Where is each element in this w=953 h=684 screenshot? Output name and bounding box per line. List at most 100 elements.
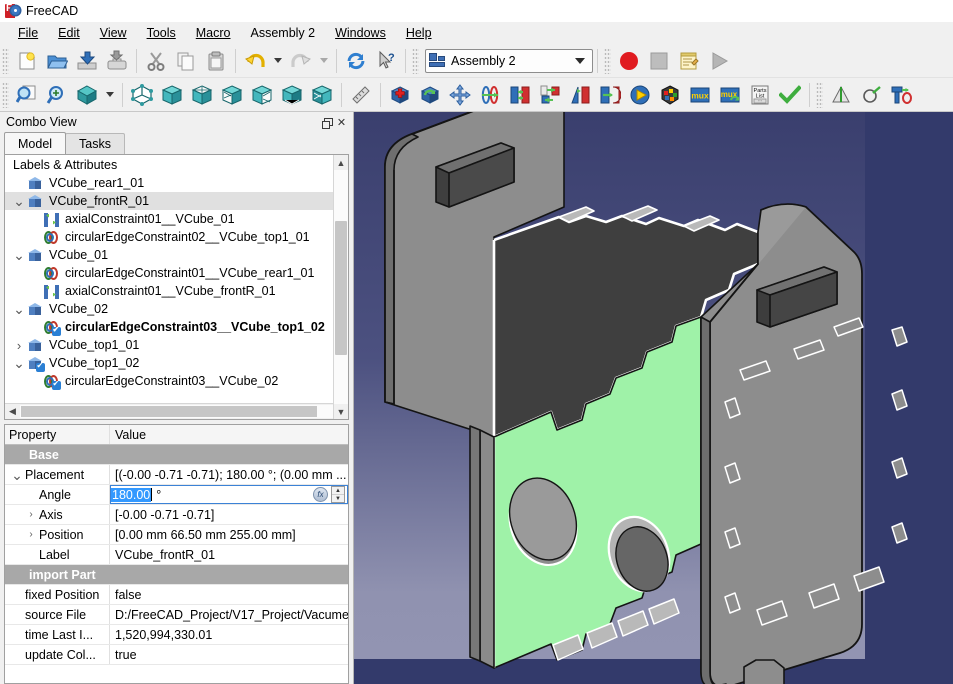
tree-vertical-scrollbar[interactable]: ▲ ▼ — [333, 155, 348, 419]
macro-edit-button[interactable] — [674, 46, 704, 76]
tree-item-circularedgeconstraint03-vcube-02[interactable]: ›circularEdgeConstraint03__VCube_02 — [5, 372, 348, 390]
fit-all-button[interactable] — [12, 80, 42, 110]
property-expander-icon[interactable]: › — [23, 529, 39, 540]
menu-windows[interactable]: Windows — [325, 24, 396, 42]
tree-item-circularedgeconstraint02-vcube-top1-01[interactable]: ›circularEdgeConstraint02__VCube_top1_01 — [5, 228, 348, 246]
left-view-button[interactable] — [307, 80, 337, 110]
property-row-time-last-i[interactable]: ›time Last I... 1,520,994,330.01 — [5, 625, 348, 645]
menu-tools[interactable]: Tools — [137, 24, 186, 42]
property-row-label[interactable]: ›Label VCube_frontR_01 — [5, 545, 348, 565]
menu-help[interactable]: Help — [396, 24, 442, 42]
refresh-button[interactable] — [341, 46, 371, 76]
property-row-source-file[interactable]: ›source File D:/FreeCAD_Project/V17_Proje… — [5, 605, 348, 625]
property-row-position[interactable]: › Position [0.00 mm 66.50 mm 255.00 mm] — [5, 525, 348, 545]
angle-constraint-button[interactable] — [565, 80, 595, 110]
menu-edit[interactable]: Edit — [48, 24, 90, 42]
tree-item-circularedgeconstraint03-vcube-top1-02[interactable]: ›circularEdgeConstraint03__VCube_top1_02 — [5, 318, 348, 336]
tree-expander-down-icon[interactable]: ⌄ — [11, 302, 27, 316]
property-row-update-col[interactable]: ›update Col... true — [5, 645, 348, 665]
scroll-thumb[interactable] — [335, 221, 347, 355]
paste-button[interactable] — [201, 46, 231, 76]
import-part-button[interactable] — [385, 80, 415, 110]
new-document-button[interactable] — [12, 46, 42, 76]
tree-item-axialconstraint01-vcube-frontr-01[interactable]: ›axialConstraint01__VCube_frontR_01 — [5, 282, 348, 300]
property-expander-icon[interactable]: ⌄ — [9, 468, 25, 482]
menu-macro[interactable]: Macro — [186, 24, 241, 42]
plane-constraint-button[interactable] — [505, 80, 535, 110]
measure-button[interactable] — [346, 80, 376, 110]
macro-execute-button[interactable] — [704, 46, 734, 76]
scroll-thumb-h[interactable] — [21, 406, 317, 417]
copy-button[interactable] — [171, 46, 201, 76]
move-part-button[interactable] — [445, 80, 475, 110]
toolbar-grip[interactable] — [604, 47, 611, 74]
macro-record-button[interactable] — [614, 46, 644, 76]
rear-view-button[interactable] — [247, 80, 277, 110]
property-value-cell[interactable]: false — [110, 585, 348, 604]
spinner-arrows-icon[interactable]: ▲ ▼ — [331, 486, 345, 503]
property-row-placement[interactable]: ⌄ Placement [(-0.00 -0.71 -0.71); 180.00 °… — [5, 465, 348, 485]
axial-constraint-button[interactable] — [475, 80, 505, 110]
scroll-track[interactable] — [334, 170, 348, 404]
tree-horizontal-scrollbar[interactable]: ◀ ▶ — [5, 403, 348, 419]
property-expander-icon[interactable]: › — [23, 509, 39, 520]
property-value-cell[interactable]: D:/FreeCAD_Project/V17_Project/Vacume... — [110, 605, 348, 624]
menu-assembly2[interactable]: Assembly 2 — [241, 24, 326, 42]
scroll-left-icon[interactable]: ◀ — [5, 404, 20, 419]
cut-button[interactable] — [141, 46, 171, 76]
scroll-track-h[interactable] — [20, 405, 333, 418]
print-document-button[interactable] — [102, 46, 132, 76]
workbench-selector[interactable]: Assembly 2 — [425, 48, 593, 73]
property-row-fixed-position[interactable]: ›fixed Position false — [5, 585, 348, 605]
muxed-assembly-button[interactable]: mux — [685, 80, 715, 110]
tree-item-vcube-top1-01[interactable]: › VCube_top1_01 — [5, 336, 348, 354]
tree-expander-right-icon[interactable]: › — [11, 338, 27, 353]
tree-item-vcube-02[interactable]: ⌄ VCube_02 — [5, 300, 348, 318]
tree-expander-down-icon[interactable]: ⌄ — [11, 248, 27, 262]
macro-stop-button[interactable] — [644, 46, 674, 76]
tree-expander-down-icon[interactable]: ⌄ — [11, 356, 27, 370]
tree-item-circularedgeconstraint01-vcube-rear1-01[interactable]: ›circularEdgeConstraint01__VCube_rear1_0… — [5, 264, 348, 282]
3d-view[interactable] — [354, 112, 953, 684]
menu-view[interactable]: View — [90, 24, 137, 42]
property-value-cell[interactable]: VCube_frontR_01 — [110, 545, 348, 564]
property-value-cell[interactable]: 1,520,994,330.01 — [110, 625, 348, 644]
tab-tasks[interactable]: Tasks — [65, 133, 125, 154]
open-document-button[interactable] — [42, 46, 72, 76]
undo-button[interactable] — [240, 46, 270, 76]
menu-file[interactable]: File — [8, 24, 48, 42]
check-assembly-button[interactable] — [775, 80, 805, 110]
draw-style-dropdown-button[interactable] — [102, 80, 118, 110]
spherical-constraint-button[interactable] — [595, 80, 625, 110]
mirror-part-button[interactable] — [826, 80, 856, 110]
cad-model[interactable] — [354, 112, 953, 684]
fit-selection-button[interactable] — [42, 80, 72, 110]
front-view-button[interactable] — [157, 80, 187, 110]
draw-style-button[interactable] — [72, 80, 102, 110]
toolbar-grip[interactable] — [816, 81, 823, 108]
tree-item-vcube-top1-02[interactable]: ⌄ VCube_top1_02 — [5, 354, 348, 372]
chevron-down-icon[interactable] — [575, 57, 585, 64]
scroll-up-icon[interactable]: ▲ — [334, 155, 348, 170]
redo-button[interactable] — [286, 46, 316, 76]
circular-edge-constraint-button[interactable] — [535, 80, 565, 110]
property-value-cell[interactable]: 180.00 ° fx ▲ ▼ — [110, 485, 348, 504]
toolbar-grip[interactable] — [2, 81, 9, 108]
property-row-axis[interactable]: › Axis [-0.00 -0.71 -0.71] — [5, 505, 348, 525]
update-muxed-button[interactable]: mux — [715, 80, 745, 110]
close-icon[interactable]: ✕ — [334, 115, 349, 130]
toolbar-grip[interactable] — [412, 47, 419, 74]
property-value-cell[interactable]: [-0.00 -0.71 -0.71] — [110, 505, 348, 524]
formula-expression-icon[interactable]: fx — [313, 487, 328, 502]
undo-dropdown-button[interactable] — [270, 46, 286, 76]
scroll-down-icon[interactable]: ▼ — [334, 404, 348, 419]
update-parts-button[interactable] — [415, 80, 445, 110]
tree-item-axialconstraint01-vcube-01[interactable]: ›axialConstraint01__VCube_01 — [5, 210, 348, 228]
property-value-cell[interactable]: [(-0.00 -0.71 -0.71); 180.00 °; (0.00 mm… — [110, 465, 348, 484]
toolbar-grip[interactable] — [2, 47, 9, 74]
right-view-button[interactable] — [217, 80, 247, 110]
shape-reference-button[interactable] — [856, 80, 886, 110]
tree-item-vcube-rear1-01[interactable]: ›VCube_rear1_01 — [5, 174, 348, 192]
save-document-button[interactable] — [72, 46, 102, 76]
redo-dropdown-button[interactable] — [316, 46, 332, 76]
